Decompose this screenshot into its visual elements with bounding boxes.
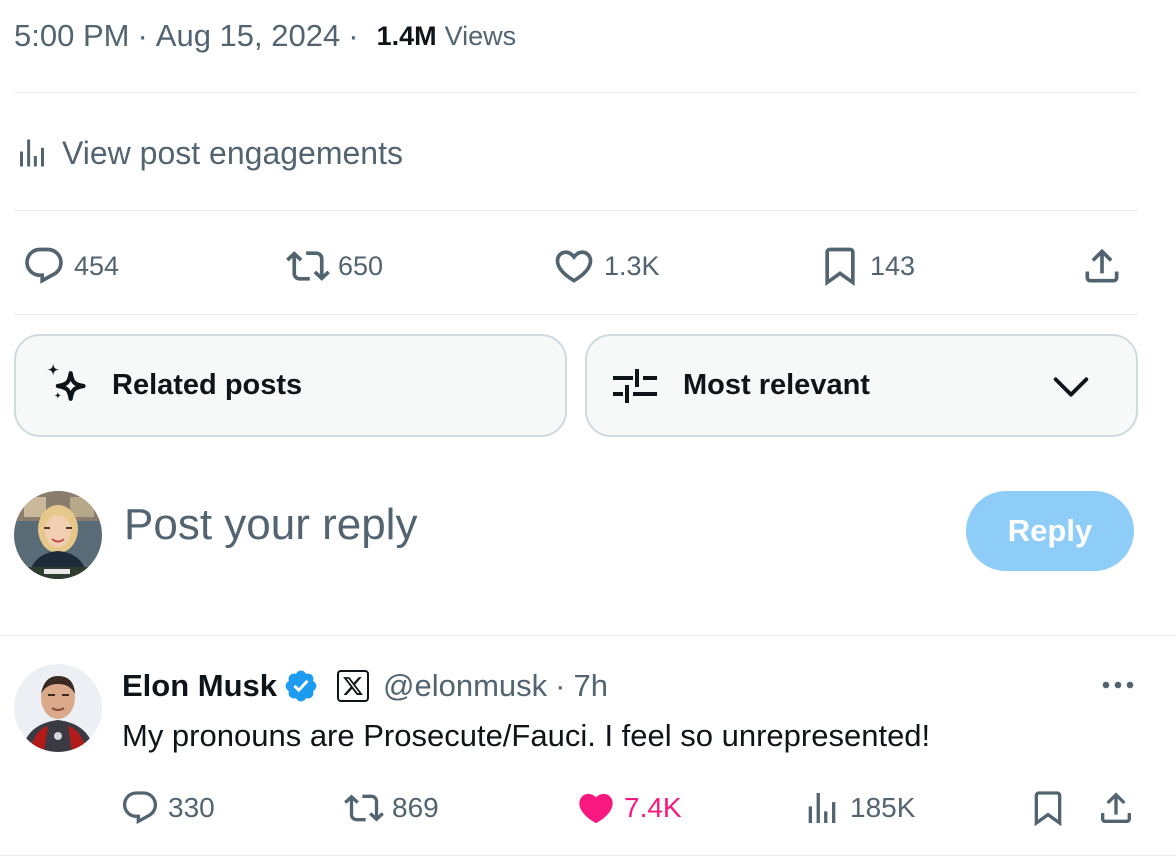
reply-repost-button[interactable]: 869 (344, 784, 439, 832)
reply-author-avatar[interactable] (14, 664, 102, 752)
x-affiliate-badge[interactable] (337, 670, 370, 702)
bookmark-icon (1034, 791, 1062, 827)
reply-views-button[interactable]: 185K (802, 784, 915, 832)
like-count: 1.3K (604, 250, 660, 281)
divider (14, 92, 1138, 93)
post-metadata: 5:00 PM · Aug 15, 2024 · 1.4M Views (14, 14, 516, 58)
reply-header: Elon Musk @elonmusk · 7h (122, 664, 608, 708)
repost-icon (286, 251, 330, 281)
share-action-button[interactable] (1080, 238, 1132, 294)
divider (0, 635, 1176, 636)
divider (0, 855, 1176, 856)
view-engagements-link[interactable]: View post engagements (14, 128, 403, 178)
bookmark-icon (825, 247, 855, 287)
reply-count: 454 (74, 250, 120, 281)
reply-views-count: 185K (850, 792, 916, 823)
more-options-button[interactable] (1098, 670, 1138, 700)
user-photo-avatar (14, 491, 102, 579)
reply-share-button[interactable] (1096, 784, 1144, 832)
sort-selected-label: Most relevant (683, 369, 870, 401)
reply-time[interactable]: 7h (574, 668, 608, 704)
engagements-label: View post engagements (62, 134, 403, 171)
x-logo-icon (343, 677, 363, 695)
sort-replies-dropdown[interactable]: Most relevant (585, 334, 1138, 437)
heart-filled-icon (579, 793, 613, 824)
sliders-icon (613, 368, 657, 403)
post-action-bar: 454 650 1.3K 143 (14, 238, 1138, 294)
related-posts-button[interactable]: Related posts (14, 334, 567, 437)
header-separator: · (555, 668, 566, 703)
reply-like-button[interactable]: 7.4K (576, 784, 682, 832)
reply-bubble-icon (122, 791, 158, 825)
author-name[interactable]: Elon Musk (122, 668, 277, 704)
reply-action-bar: 330 869 7.4K 185K (120, 784, 1140, 832)
post-time[interactable]: 5:00 PM (14, 18, 129, 54)
like-action-button[interactable]: 1.3K (552, 238, 660, 294)
bookmark-action-button[interactable]: 143 (818, 238, 915, 294)
share-icon (1101, 792, 1131, 823)
repost-action-button[interactable]: 650 (286, 238, 383, 294)
repost-count: 650 (338, 250, 384, 281)
related-posts-label: Related posts (112, 369, 303, 401)
current-user-avatar[interactable] (14, 491, 102, 579)
reply-text: My pronouns are Prosecute/Fauci. I feel … (122, 718, 931, 753)
divider (14, 314, 1138, 315)
meta-separator: · (348, 18, 359, 53)
author-photo-avatar (14, 664, 102, 752)
author-handle[interactable]: @elonmusk (383, 668, 547, 704)
more-dots-icon (1102, 681, 1134, 689)
reply-compose-input[interactable]: Post your reply (124, 500, 417, 550)
views-count: 1.4M (376, 20, 437, 51)
reply-bookmark-button[interactable] (1028, 784, 1076, 832)
share-icon (1085, 248, 1119, 283)
reply-reply-count: 330 (168, 792, 215, 823)
divider (14, 210, 1138, 211)
bookmark-count: 143 (870, 250, 916, 281)
analytics-icon (20, 139, 44, 167)
post-date[interactable]: Aug 15, 2024 (156, 18, 340, 54)
reply-reply-button[interactable]: 330 (120, 784, 215, 832)
reply-action-button[interactable]: 454 (22, 238, 119, 294)
repost-icon (344, 794, 384, 822)
reply-repost-count: 869 (392, 792, 439, 823)
sparkle-icon (47, 363, 86, 401)
analytics-icon (808, 793, 836, 823)
reply-submit-button[interactable]: Reply (966, 491, 1134, 571)
verified-badge-icon[interactable] (283, 668, 319, 704)
views-label: Views (444, 20, 517, 51)
chevron-down-icon (1053, 377, 1089, 397)
reply-like-count: 7.4K (624, 792, 682, 823)
reply-bubble-icon (25, 247, 63, 284)
heart-icon (555, 250, 593, 283)
meta-separator: · (137, 18, 148, 53)
